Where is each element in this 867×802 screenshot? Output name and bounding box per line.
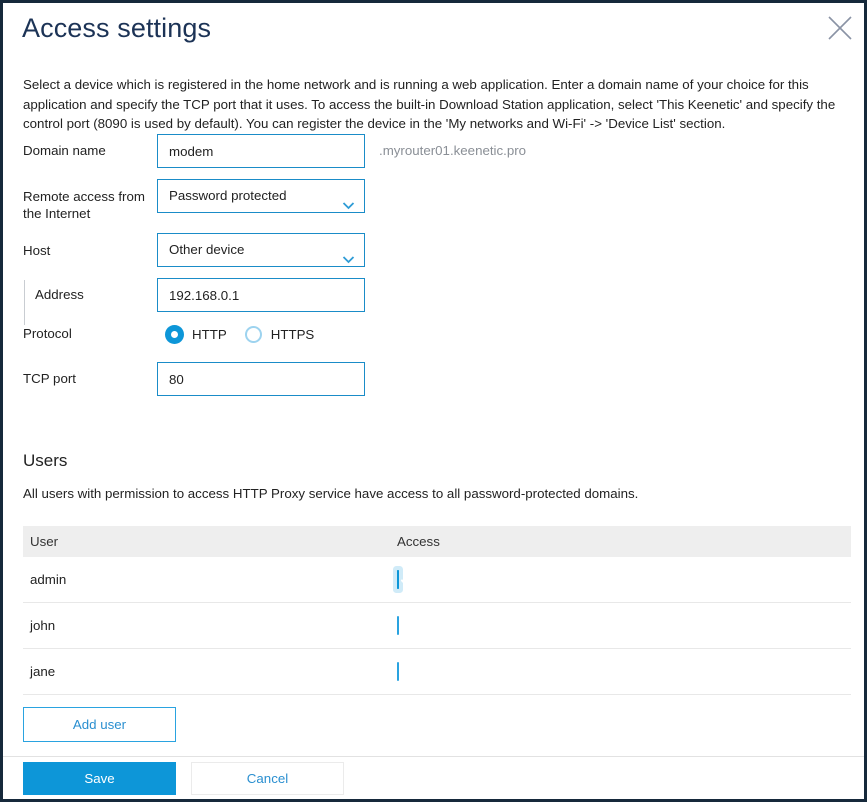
dialog-footer: Save Cancel — [23, 762, 344, 795]
host-value: Other device — [169, 242, 245, 257]
user-name-cell: jane — [30, 664, 56, 679]
tcp-port-label: TCP port — [23, 371, 76, 386]
user-access-cell — [397, 615, 597, 635]
page-title: Access settings — [22, 13, 212, 43]
users-table-header: User Access — [23, 526, 851, 557]
tcp-port-input[interactable] — [157, 362, 365, 396]
field-row-host: Host Other device — [3, 233, 864, 267]
protocol-option-https[interactable]: HTTPS — [244, 325, 315, 343]
protocol-option-http-label: HTTP — [192, 326, 227, 342]
close-icon[interactable] — [823, 11, 857, 45]
subfield-indent-marker — [24, 280, 25, 325]
add-user-button[interactable]: Add user — [23, 707, 176, 742]
access-checkbox-checked[interactable] — [397, 569, 414, 589]
access-checkbox-unchecked[interactable] — [397, 615, 399, 635]
remote-access-value: Password protected — [169, 188, 287, 203]
cancel-button[interactable]: Cancel — [191, 762, 344, 795]
column-header-user: User — [30, 534, 59, 549]
tcp-port-field-area — [157, 362, 365, 396]
remote-access-label: Remote access from the Internet — [23, 189, 145, 221]
footer-divider — [3, 756, 864, 757]
chevron-down-icon — [342, 191, 355, 210]
domain-name-input[interactable] — [157, 134, 365, 168]
address-field-area — [157, 278, 365, 312]
field-row-protocol: Protocol HTTP HTTPS — [3, 323, 864, 345]
domain-suffix-text: .myrouter01.keenetic.pro — [379, 143, 527, 158]
protocol-option-http[interactable]: HTTP — [166, 325, 227, 343]
field-row-tcp-port: TCP port — [3, 362, 864, 396]
save-button[interactable]: Save — [23, 762, 176, 795]
access-settings-form: Domain name .myrouter01.keenetic.pro Rem… — [3, 134, 864, 396]
user-access-cell — [397, 569, 597, 589]
field-row-address: Address — [3, 278, 864, 325]
users-section-heading: Users — [23, 451, 68, 470]
protocol-field-area: HTTP HTTPS — [157, 323, 332, 345]
dialog-description: Select a device which is registered in t… — [23, 77, 836, 131]
user-name-cell: admin — [30, 572, 67, 587]
address-input[interactable] — [157, 278, 365, 312]
radio-unselected-icon — [244, 325, 262, 343]
domain-name-field-area: .myrouter01.keenetic.pro — [157, 134, 526, 168]
users-section-note: All users with permission to access HTTP… — [23, 486, 639, 501]
remote-access-field-area: Password protected — [157, 179, 365, 213]
address-label: Address — [35, 287, 84, 302]
domain-name-label: Domain name — [23, 143, 106, 158]
remote-access-select[interactable]: Password protected — [157, 179, 365, 213]
users-table: User Access admin john jane — [23, 526, 851, 695]
host-field-area: Other device — [157, 233, 365, 267]
radio-selected-icon — [166, 325, 183, 343]
protocol-radio-group: HTTP HTTPS — [166, 323, 332, 345]
user-name-cell: john — [30, 618, 56, 633]
field-row-remote-access: Remote access from the Internet Password… — [3, 179, 864, 222]
protocol-option-https-label: HTTPS — [270, 326, 315, 342]
chevron-down-icon — [342, 245, 355, 264]
table-row: john — [23, 603, 851, 649]
table-row: admin — [23, 557, 851, 603]
access-settings-dialog: Access settings Select a device which is… — [0, 0, 867, 802]
table-row: jane — [23, 649, 851, 695]
host-select[interactable]: Other device — [157, 233, 365, 267]
column-header-access: Access — [397, 534, 440, 549]
field-row-domain-name: Domain name .myrouter01.keenetic.pro — [3, 134, 864, 168]
user-access-cell — [397, 661, 597, 681]
host-label: Host — [23, 243, 51, 258]
access-checkbox-unchecked[interactable] — [397, 661, 399, 681]
protocol-label: Protocol — [23, 326, 72, 341]
